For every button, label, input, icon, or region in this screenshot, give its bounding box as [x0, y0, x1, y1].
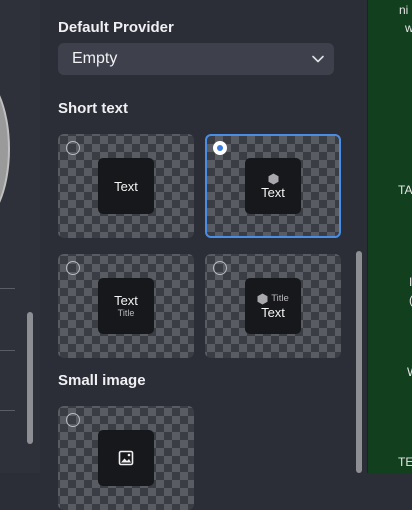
clipped-text: ni	[399, 3, 409, 17]
radio-button-selected[interactable]	[213, 141, 227, 155]
short-text-option-3[interactable]: Text Title	[58, 254, 194, 358]
divider	[0, 410, 15, 411]
left-sidebar-strip	[0, 0, 41, 473]
complication-preview: Text Title	[98, 278, 154, 334]
complication-preview: Text	[98, 158, 154, 214]
small-image-option-1[interactable]	[58, 406, 194, 510]
dropdown-value: Empty	[72, 50, 118, 67]
radio-button[interactable]	[66, 261, 80, 275]
divider	[0, 350, 15, 351]
right-content-area: ni w TA I ( W TE	[367, 0, 412, 473]
watch-face-preview	[0, 72, 10, 226]
small-image-heading: Small image	[58, 372, 146, 389]
complication-settings-panel: Default Provider Empty Short text Text T…	[40, 0, 367, 508]
default-provider-dropdown[interactable]: Empty	[58, 43, 334, 75]
radio-button[interactable]	[66, 413, 80, 427]
complication-preview	[98, 430, 154, 486]
clipped-text: w	[405, 21, 412, 35]
hexagon-icon	[257, 293, 268, 304]
clipped-text: TE	[398, 455, 412, 469]
preview-text: Text	[114, 293, 138, 308]
short-text-heading: Short text	[58, 100, 129, 117]
short-text-option-2[interactable]: Text	[205, 134, 341, 238]
divider	[0, 288, 15, 289]
panel-scrollbar[interactable]	[356, 251, 362, 473]
complication-preview: Text	[245, 158, 301, 214]
hexagon-icon	[268, 173, 278, 184]
preview-text: Text	[114, 178, 138, 194]
default-provider-heading: Default Provider	[58, 19, 174, 36]
clipped-text: W	[407, 365, 412, 379]
preview-text: Text	[261, 304, 285, 320]
complication-preview: Title Text	[245, 278, 301, 334]
preview-text: Text	[261, 184, 285, 200]
short-text-option-4[interactable]: Title Text	[205, 254, 341, 358]
preview-title: Title	[271, 293, 289, 304]
preview-title: Title	[117, 308, 135, 318]
image-icon	[118, 450, 134, 466]
clipped-text: TA	[398, 183, 412, 197]
short-text-option-1[interactable]: Text	[58, 134, 194, 238]
left-scrollbar[interactable]	[27, 312, 33, 444]
radio-button[interactable]	[213, 261, 227, 275]
chevron-down-icon	[312, 55, 324, 63]
radio-button[interactable]	[66, 141, 80, 155]
